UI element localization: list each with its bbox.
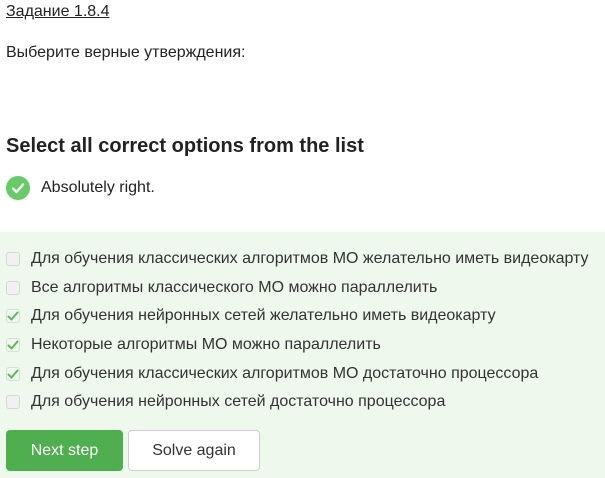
option-6[interactable]: Для обучения нейронных сетей достаточно … xyxy=(6,391,445,413)
check-circle-icon xyxy=(6,176,30,200)
checkbox-checked[interactable] xyxy=(6,367,20,381)
checkbox[interactable] xyxy=(6,252,20,266)
result-text: Absolutely right. xyxy=(41,179,155,196)
checkmark-icon xyxy=(7,340,19,350)
checkmark-icon xyxy=(7,311,19,321)
checkbox[interactable] xyxy=(6,281,20,295)
solve-again-button[interactable]: Solve again xyxy=(128,430,260,471)
option-5[interactable]: Для обучения классических алгоритмов МО … xyxy=(6,363,538,385)
checkbox[interactable] xyxy=(6,395,20,409)
checkbox-checked[interactable] xyxy=(6,338,20,352)
option-label: Для обучения классических алгоритмов МО … xyxy=(31,250,589,267)
option-label: Для обучения классических алгоритмов МО … xyxy=(31,365,539,382)
option-3[interactable]: Для обучения нейронных сетей желательно … xyxy=(6,305,496,327)
lesson-link[interactable]: Задание 1.8.4 xyxy=(6,3,110,21)
section-heading: Select all correct options from the list xyxy=(6,135,364,157)
option-label: Все алгоритмы классического МО можно пар… xyxy=(31,279,438,296)
option-1[interactable]: Для обучения классических алгоритмов МО … xyxy=(6,248,589,270)
option-label: Для обучения нейронных сетей желательно … xyxy=(31,307,496,324)
checkbox-checked[interactable] xyxy=(6,309,20,323)
option-label: Для обучения нейронных сетей достаточно … xyxy=(31,393,446,410)
option-4[interactable]: Некоторые алгоритмы МО можно параллелить xyxy=(6,334,381,356)
option-label: Некоторые алгоритмы МО можно параллелить xyxy=(31,336,381,353)
result-status: Absolutely right. xyxy=(6,176,155,200)
option-2[interactable]: Все алгоритмы классического МО можно пар… xyxy=(6,277,437,299)
checkmark-icon xyxy=(7,369,19,379)
next-step-button[interactable]: Next step xyxy=(6,430,123,471)
question-prompt: Выберите верные утверждения: xyxy=(6,44,246,61)
